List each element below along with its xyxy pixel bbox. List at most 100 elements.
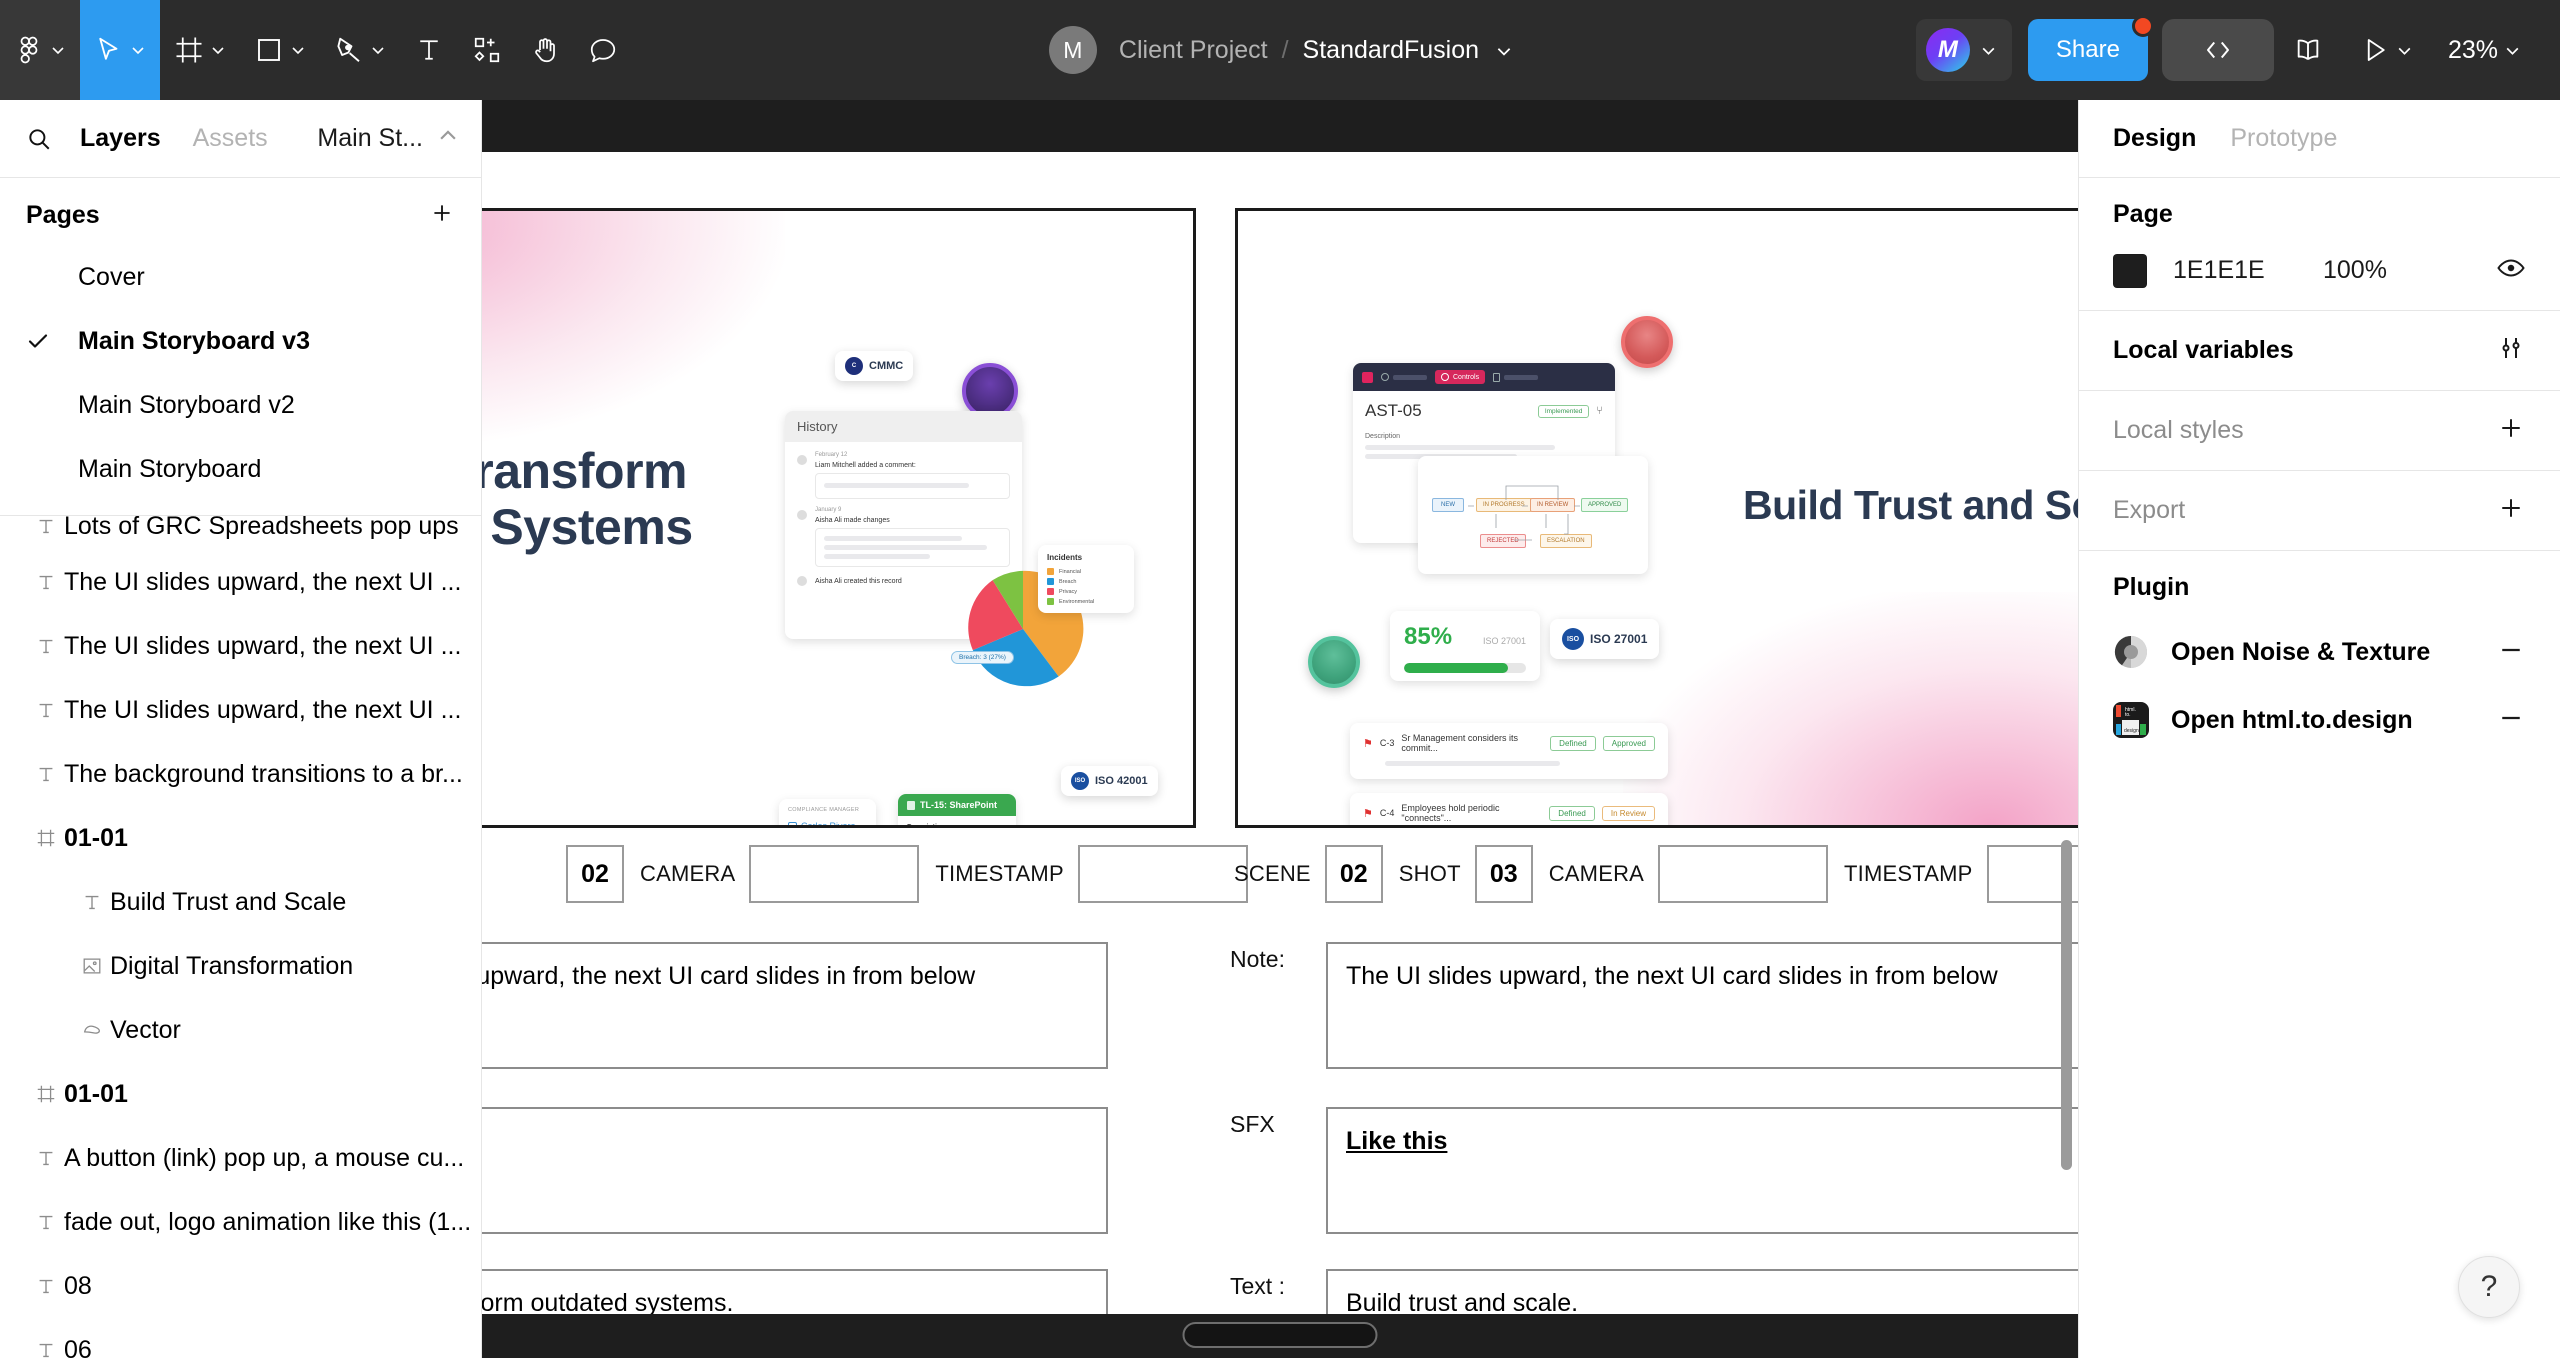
text-tool-button[interactable] — [400, 0, 458, 100]
remove-plugin-icon[interactable] — [2496, 635, 2526, 670]
text-layer-icon — [28, 515, 64, 537]
note-value[interactable]: lides upward, the next UI card slides in… — [482, 942, 1108, 1069]
camera-value-box[interactable] — [749, 845, 920, 903]
dev-mode-button[interactable] — [2161, 19, 2274, 81]
camera-label: CAMERA — [1548, 861, 1645, 886]
scene-value-box[interactable]: 02 — [1324, 845, 1383, 903]
hand-tool-button[interactable] — [516, 0, 574, 100]
control-text: Sr Management considers its commit... — [1401, 733, 1518, 753]
chevron-down-icon[interactable] — [1495, 42, 1511, 58]
layer-row[interactable]: 08 — [0, 1254, 481, 1318]
storyboard-frame-right[interactable]: Build Trust and Scale Controls — [1235, 208, 2078, 828]
page-color-hex[interactable]: 1E1E1E — [2173, 256, 2323, 285]
m-logo-icon: M — [1925, 28, 1970, 72]
page-item[interactable]: Main Storyboard — [0, 437, 481, 501]
sfx-value[interactable]: s — [482, 1107, 1108, 1234]
pen-tool-button[interactable] — [320, 0, 400, 100]
figma-app-window: M Client Project / StandardFusion M Shar… — [0, 0, 2560, 1358]
actions-tool-button[interactable] — [458, 0, 516, 100]
note-row-left: lides upward, the next UI card slides in… — [482, 942, 1108, 1069]
frame-tool-button[interactable] — [160, 0, 240, 100]
book-icon — [2292, 34, 2324, 66]
app-logo-icon — [1362, 371, 1373, 383]
timestamp-value-box[interactable] — [1077, 845, 1248, 903]
shape-tool-button[interactable] — [240, 0, 320, 100]
zoom-control-button[interactable]: 23% — [2430, 0, 2538, 100]
layers-list[interactable]: Lots of GRC Spreadsheets pop ups The UI … — [0, 498, 481, 1358]
add-page-button[interactable] — [429, 200, 455, 231]
layer-row[interactable]: The UI slides upward, the next UI ... — [0, 550, 481, 614]
layer-label: 06 — [64, 1335, 92, 1358]
remove-plugin-icon[interactable] — [2496, 703, 2526, 738]
layer-row[interactable]: 06 — [0, 1318, 481, 1358]
page-item-selected[interactable]: Main Storyboard v3 — [0, 309, 481, 373]
design-canvas[interactable]: Transform d Systems C CMMC History — [482, 100, 2078, 1358]
page-color-opacity[interactable]: 100% — [2323, 256, 2496, 285]
camera-value-box[interactable] — [1658, 845, 1829, 903]
layer-row[interactable]: Lots of GRC Spreadsheets pop ups — [0, 502, 481, 550]
tab-assets[interactable]: Assets — [193, 124, 268, 153]
layer-row[interactable]: A button (link) pop up, a mouse cu... — [0, 1126, 481, 1190]
pen-tool-icon — [334, 35, 364, 65]
sfx-label: SFX — [1230, 1111, 1275, 1137]
breadcrumb-project[interactable]: Client Project — [1119, 36, 1268, 65]
canvas-bottom-pill[interactable] — [1182, 1322, 1378, 1348]
page-item[interactable]: Cover — [0, 245, 481, 309]
visibility-eye-icon[interactable] — [2496, 253, 2526, 288]
layer-row[interactable]: The UI slides upward, the next UI ... — [0, 678, 481, 742]
progress-card: 85% ISO 27001 — [1390, 611, 1540, 681]
text-layer-icon — [28, 699, 64, 721]
layer-row[interactable]: The background transitions to a br... — [0, 742, 481, 806]
scene-value-box[interactable]: 02 — [566, 845, 624, 903]
layer-row[interactable]: Vector — [0, 998, 481, 1062]
shield-icon: C — [845, 357, 863, 375]
chevron-down-icon — [290, 42, 306, 58]
move-tool-button[interactable] — [80, 0, 160, 100]
figma-menu-button[interactable] — [0, 0, 80, 100]
chevron-down-icon — [210, 42, 226, 58]
breadcrumb-file[interactable]: StandardFusion — [1303, 36, 1480, 65]
shot-value-box[interactable]: 03 — [1474, 845, 1533, 903]
tab-prototype[interactable]: Prototype — [2230, 124, 2337, 153]
share-button[interactable]: Share — [2027, 19, 2148, 81]
page-color-swatch[interactable] — [2113, 253, 2147, 288]
help-button[interactable]: ? — [2458, 1256, 2520, 1318]
plugin-account-button[interactable]: M — [1915, 19, 2012, 81]
layer-row[interactable]: 01-01 — [0, 1062, 481, 1126]
present-button[interactable] — [2342, 0, 2430, 100]
page-item[interactable]: Main Storyboard v2 — [0, 373, 481, 437]
tab-design[interactable]: Design — [2113, 124, 2196, 153]
play-icon — [2360, 35, 2390, 65]
avatar[interactable]: M — [1048, 26, 1097, 74]
variables-settings-icon[interactable] — [2496, 333, 2526, 368]
layer-row[interactable]: Digital Transformation — [0, 934, 481, 998]
search-icon[interactable] — [26, 126, 52, 152]
plugin-item-html-to-design[interactable]: html. to. design Open html.to.design — [2113, 702, 2526, 738]
vector-layer-icon — [74, 1019, 110, 1041]
canvas-vertical-scrollbar[interactable] — [2061, 840, 2072, 1170]
tab-layers[interactable]: Layers — [80, 124, 161, 153]
layer-row[interactable]: The UI slides upward, the next UI ... — [0, 614, 481, 678]
storyboard-frame-left[interactable]: Transform d Systems C CMMC History — [482, 208, 1196, 828]
text-layer-icon — [28, 1211, 64, 1233]
layer-row[interactable]: fade out, logo animation like this (1... — [0, 1190, 481, 1254]
chevron-up-icon[interactable] — [437, 125, 459, 152]
zoom-level-label: 23% — [2447, 35, 2498, 64]
sfx-value[interactable]: Like this — [1326, 1107, 2078, 1234]
role-card: COMPLIANCE MANAGER Carlos Rivera — [779, 799, 876, 825]
plugin-item-noise-texture[interactable]: Open Noise & Texture — [2113, 634, 2526, 670]
layer-row[interactable]: 01-01 — [0, 806, 481, 870]
layer-row[interactable]: Build Trust and Scale — [0, 870, 481, 934]
resources-button[interactable] — [2274, 0, 2342, 100]
camera-label: CAMERA — [640, 861, 736, 886]
current-page-label[interactable]: Main St... — [317, 124, 423, 153]
layer-label: 01-01 — [64, 1079, 128, 1108]
layer-label: 01-01 — [64, 823, 128, 852]
record-id: AST-05 — [1365, 401, 1422, 420]
pages-header: Pages — [0, 178, 481, 245]
shot-label: SHOT — [1398, 861, 1461, 886]
comment-tool-button[interactable] — [574, 0, 632, 100]
add-export-button[interactable] — [2496, 493, 2526, 528]
note-value[interactable]: The UI slides upward, the next UI card s… — [1326, 942, 2078, 1069]
add-local-style-button[interactable] — [2496, 413, 2526, 448]
